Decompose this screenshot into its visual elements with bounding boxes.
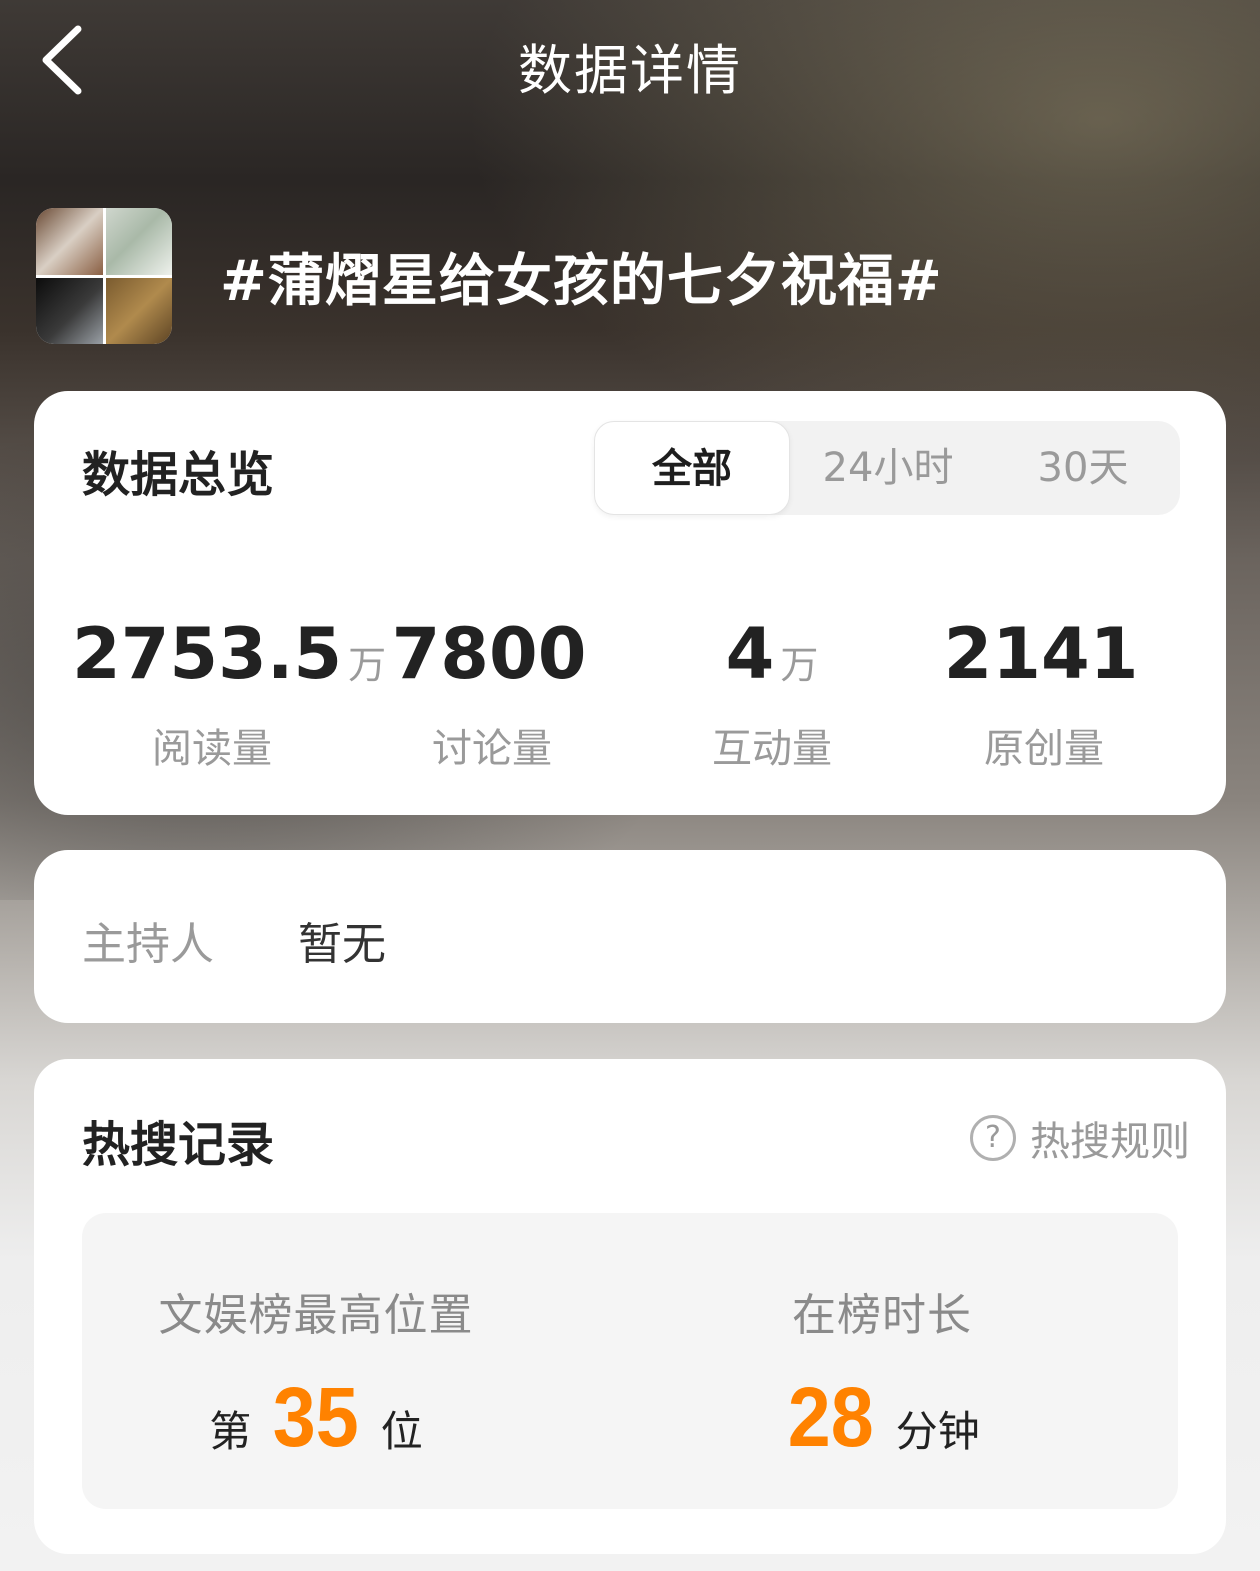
stat-label: 讨论量 (432, 726, 552, 772)
duration-stat: 在榜时长 28 分钟 (630, 1213, 1178, 1459)
hot-search-rules-label: 热搜规则 (1030, 1119, 1190, 1165)
stat-value: 4万 (632, 613, 912, 706)
stat-interactions: 4万 互动量 (632, 613, 912, 774)
hot-search-title: 热搜记录 (82, 1117, 275, 1173)
best-position-value-row: 第 35 位 (2, 1375, 630, 1459)
overview-title: 数据总览 (82, 447, 275, 503)
hot-search-stats-panel: 文娱榜最高位置 第 35 位 在榜时长 28 分钟 (82, 1213, 1178, 1509)
best-position-stat: 文娱榜最高位置 第 35 位 (82, 1213, 630, 1459)
thumbnail-photo (36, 277, 103, 344)
best-position-label: 文娱榜最高位置 (158, 1290, 474, 1341)
stat-number: 7800 (391, 613, 587, 695)
tab-24-hours[interactable]: 24小时 (790, 421, 986, 515)
overview-card: 数据总览 全部 24小时 30天 2753.5 万 阅读量 7800 讨论量 4万… (34, 391, 1226, 815)
best-position-value: 35 (273, 1370, 359, 1464)
thumbnail-photo (105, 208, 172, 275)
stat-reads: 2753.5 万 阅读量 (72, 613, 386, 774)
host-label: 主持人 (82, 919, 214, 970)
hot-search-card: 热搜记录 ? 热搜规则 文娱榜最高位置 第 35 位 在榜时长 28 分钟 (34, 1059, 1226, 1554)
stat-label: 阅读量 (152, 726, 272, 772)
host-card: 主持人 暂无 (34, 850, 1226, 1023)
stat-label: 原创量 (984, 726, 1104, 772)
topic-title: #蒲熠星给女孩的七夕祝福# (220, 249, 943, 314)
page-title: 数据详情 (518, 39, 742, 102)
stat-value: 2141 (904, 613, 1184, 706)
question-circle-icon: ? (970, 1115, 1016, 1161)
best-position-prefix: 第 (209, 1407, 252, 1456)
stat-value: 7800 (352, 613, 632, 706)
duration-value: 28 (788, 1370, 874, 1464)
duration-label: 在榜时长 (792, 1290, 972, 1341)
host-value: 暂无 (298, 919, 386, 970)
time-range-tabs: 全部 24小时 30天 (594, 421, 1180, 515)
best-position-suffix: 位 (380, 1407, 423, 1456)
stat-number: 4 (725, 613, 775, 695)
stat-number: 2141 (943, 613, 1139, 695)
thumbnail-photo (105, 277, 172, 344)
hot-search-rules-link[interactable]: ? 热搜规则 (970, 1109, 1190, 1167)
stat-label: 互动量 (712, 726, 832, 772)
duration-suffix: 分钟 (895, 1407, 980, 1456)
stat-value: 2753.5 万 (72, 613, 386, 706)
stat-originals: 2141 原创量 (904, 613, 1184, 774)
duration-value-row: 28 分钟 (586, 1375, 1178, 1459)
stat-unit: 万 (780, 643, 819, 687)
stat-number: 2753.5 (72, 613, 343, 695)
topic-thumbnail (36, 208, 172, 344)
stat-discussions: 7800 讨论量 (352, 613, 632, 774)
tab-30-days[interactable]: 30天 (986, 421, 1180, 515)
thumbnail-photo (36, 208, 103, 275)
tab-all[interactable]: 全部 (594, 421, 790, 515)
